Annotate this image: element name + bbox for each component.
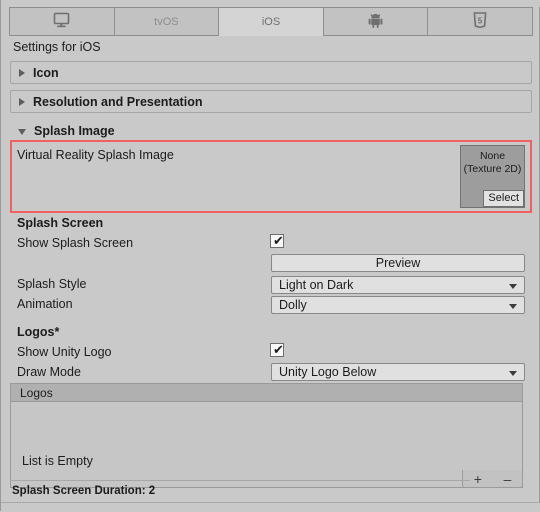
foldout-resolution-and-presentation[interactable]: Resolution and Presentation [10,90,532,113]
preview-button-label: Preview [375,256,421,270]
foldout-label-splash-image: Splash Image [34,123,115,138]
foldout-icon[interactable]: Icon [10,61,532,84]
page-title: Settings for iOS [13,40,101,54]
desktop-monitor-icon [53,12,70,31]
splash-screen-duration-label: Splash Screen Duration: 2 [12,485,156,497]
footer-divider [10,480,470,481]
preview-button[interactable]: Preview [271,254,525,272]
html5-icon: 5 [473,12,487,31]
splash-style-dropdown[interactable]: Light on Dark [271,276,525,294]
panel-top-strip [1,0,540,7]
tab-android[interactable] [322,7,428,35]
logos-list-header: Logos [10,383,523,401]
chevron-down-icon [18,128,26,135]
tab-webgl[interactable]: 5 [427,7,533,35]
object-field-value: None [479,150,506,162]
tab-ios[interactable]: iOS [218,7,323,36]
chevron-down-icon [509,304,517,309]
tab-standalone[interactable] [9,7,114,35]
animation-value: Dolly [279,298,307,312]
vr-splash-image-object-field[interactable]: None (Texture 2D) Select [460,145,525,208]
android-robot-icon [368,12,383,31]
object-field-type: (Texture 2D) [463,163,522,175]
chevron-down-icon [509,284,517,289]
chevron-right-icon [19,97,25,106]
tab-label-tvos: tvOS [154,15,179,28]
animation-label: Animation [17,297,73,311]
vr-splash-image-label: Virtual Reality Splash Image [17,148,174,162]
logos-heading: Logos* [17,325,60,339]
player-settings-panel: tvOS iOS 5 Settings for iOS Icon Resolut… [0,0,540,512]
show-splash-screen-label: Show Splash Screen [17,236,134,250]
logos-list-body[interactable]: List is Empty [10,401,523,488]
chevron-right-icon [19,68,25,77]
checkmark-icon: ✔ [273,342,284,357]
splash-screen-heading: Splash Screen [17,216,104,230]
foldout-label-icon: Icon [33,65,59,80]
logos-list-footer: + – [462,470,523,488]
remove-logo-button[interactable]: – [497,472,517,486]
show-splash-screen-checkbox[interactable]: ✔ [270,234,284,248]
show-unity-logo-label: Show Unity Logo [17,345,112,359]
chevron-down-icon [509,371,517,376]
draw-mode-dropdown[interactable]: Unity Logo Below [271,363,525,381]
draw-mode-label: Draw Mode [17,365,81,379]
svg-text:5: 5 [478,16,483,25]
tab-label-ios: iOS [261,15,281,28]
select-button[interactable]: Select [483,190,524,207]
foldout-label-resolution: Resolution and Presentation [33,94,203,109]
add-logo-button[interactable]: + [468,472,488,486]
logos-list-empty-text: List is Empty [22,454,93,468]
splash-style-value: Light on Dark [279,278,354,292]
foldout-splash-image[interactable]: Splash Image [10,119,210,142]
checkmark-icon: ✔ [273,233,284,248]
splash-style-label: Splash Style [17,277,87,291]
platform-tab-bar: tvOS iOS 5 [9,7,533,36]
logos-list: Logos List is Empty + – [10,383,523,488]
draw-mode-value: Unity Logo Below [279,365,377,379]
tab-tvos[interactable]: tvOS [113,7,219,35]
show-unity-logo-checkbox[interactable]: ✔ [270,343,284,357]
animation-dropdown[interactable]: Dolly [271,296,525,314]
logos-list-header-label: Logos [20,385,53,400]
